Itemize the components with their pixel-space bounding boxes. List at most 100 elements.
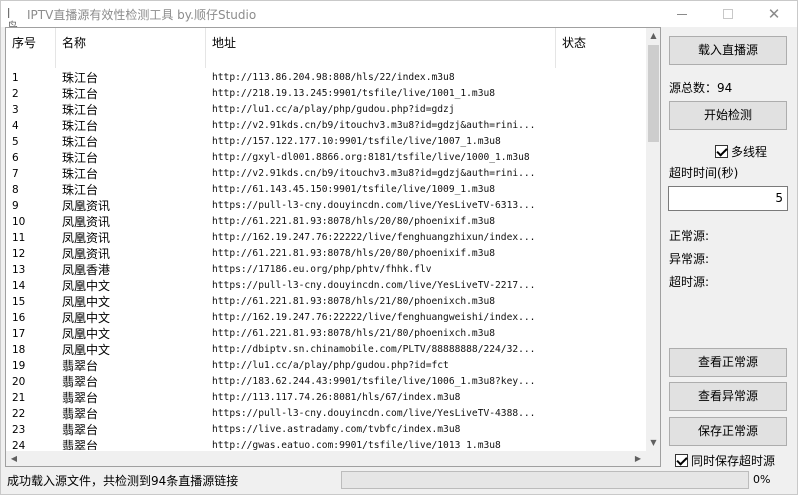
- table-row[interactable]: 19 翡翠台 http://lu1.cc/a/play/php/gudou.php?…: [6, 358, 646, 374]
- row-url: http://218.19.13.245:9901/tsfile/live/10…: [212, 88, 496, 99]
- table-row[interactable]: 23 翡翠台 https://live.astradamy.com/tvbfc/in…: [6, 422, 646, 438]
- row-name: 凤凰资讯: [62, 247, 111, 261]
- row-index: 20: [12, 376, 26, 388]
- row-url: https://pull-l3-cny.douyincdn.com/live/Y…: [212, 408, 536, 419]
- table-row[interactable]: 16 凤凰中文 http://162.19.247.76:22222/live/fe…: [6, 310, 646, 326]
- scroll-down-icon[interactable]: ▼: [646, 435, 660, 451]
- table-row[interactable]: 21 翡翠台 http://113.117.74.26:8081/hls/67/in…: [6, 390, 646, 406]
- table-row[interactable]: 8 珠江台 http://61.143.45.150:9901/tsfile/liv…: [6, 182, 646, 198]
- scroll-thumb[interactable]: [648, 45, 659, 142]
- row-name: 翡翠台: [62, 391, 99, 405]
- row-index: 24: [12, 440, 26, 450]
- save-timeout-label: 同时保存超时源: [691, 454, 776, 468]
- table-row[interactable]: 7 珠江台 http://v2.91kds.cn/b9/itouchv3.m3u8?…: [6, 166, 646, 182]
- status-message: 成功载入源文件，共检测到94条直播源链接: [7, 474, 239, 488]
- table-row[interactable]: 14 凤凰中文 https://pull-l3-cny.douyincdn.com/…: [6, 278, 646, 294]
- row-url: http://61.143.45.150:9901/tsfile/live/10…: [212, 184, 496, 195]
- column-header-status[interactable]: 状态: [556, 28, 646, 68]
- row-index: 5: [12, 136, 19, 148]
- row-url: http://113.117.74.26:8081/hls/67/index.m…: [212, 392, 461, 403]
- save-normal-button[interactable]: 保存正常源: [669, 417, 787, 446]
- table-row[interactable]: 22 翡翠台 https://pull-l3-cny.douyincdn.com/l…: [6, 406, 646, 422]
- view-abnormal-button[interactable]: 查看异常源: [669, 382, 787, 411]
- row-index: 19: [12, 360, 26, 372]
- table-row[interactable]: 10 凤凰资讯 http://61.221.81.93:8078/hls/20/80…: [6, 214, 646, 230]
- maximize-button[interactable]: [705, 1, 751, 27]
- row-name: 珠江台: [62, 183, 99, 197]
- row-name: 凤凰中文: [62, 311, 111, 325]
- scroll-right-icon[interactable]: ▶: [630, 451, 646, 466]
- row-index: 7: [12, 168, 19, 180]
- row-url: http://162.19.247.76:22222/live/fenghuan…: [212, 232, 536, 243]
- row-name: 凤凰中文: [62, 327, 111, 341]
- save-timeout-checkbox[interactable]: 同时保存超时源: [675, 452, 775, 469]
- table-row[interactable]: 18 凤凰中文 http://dbiptv.sn.chinamobile.com/P…: [6, 342, 646, 358]
- horizontal-scrollbar[interactable]: ◀ ▶: [6, 451, 646, 466]
- list-header: 序号 名称 地址 状态: [6, 28, 646, 68]
- row-name: 翡翠台: [62, 439, 99, 450]
- row-index: 4: [12, 120, 19, 132]
- start-check-button[interactable]: 开始检测: [669, 101, 787, 130]
- scroll-left-icon[interactable]: ◀: [6, 451, 22, 466]
- row-index: 21: [12, 392, 26, 404]
- row-name: 凤凰资讯: [62, 215, 111, 229]
- table-row[interactable]: 4 珠江台 http://v2.91kds.cn/b9/itouchv3.m3u8?…: [6, 118, 646, 134]
- row-name: 翡翠台: [62, 359, 99, 373]
- checkbox-checked-icon[interactable]: [675, 454, 688, 467]
- row-name: 凤凰中文: [62, 343, 111, 357]
- row-name: 凤凰中文: [62, 295, 111, 309]
- table-row[interactable]: 11 凤凰资讯 http://162.19.247.76:22222/live/fe…: [6, 230, 646, 246]
- row-name: 珠江台: [62, 87, 99, 101]
- row-index: 8: [12, 184, 19, 196]
- row-index: 9: [12, 200, 19, 212]
- row-index: 6: [12, 152, 19, 164]
- maximize-icon: [723, 9, 733, 19]
- row-index: 16: [12, 312, 26, 324]
- table-row[interactable]: 13 凤凰香港 https://17186.eu.org/php/phtv/fhhk…: [6, 262, 646, 278]
- table-row[interactable]: 12 凤凰资讯 http://61.221.81.93:8078/hls/20/80…: [6, 246, 646, 262]
- column-header-address[interactable]: 地址: [206, 28, 556, 68]
- row-index: 3: [12, 104, 19, 116]
- multithread-checkbox[interactable]: 多线程: [715, 143, 767, 160]
- table-row[interactable]: 24 翡翠台 http://gwas.eatuo.com:9901/tsfile/l…: [6, 438, 646, 450]
- row-url: http://61.221.81.93:8078/hls/20/80/phoen…: [212, 248, 496, 259]
- table-row[interactable]: 20 翡翠台 http://183.62.244.43:9901/tsfile/li…: [6, 374, 646, 390]
- column-header-index[interactable]: 序号: [6, 28, 56, 68]
- table-row[interactable]: 6 珠江台 http://gxyl-dl001.8866.org:8181/tsfi…: [6, 150, 646, 166]
- table-row[interactable]: 5 珠江台 http://157.122.177.10:9901/tsfile/li…: [6, 134, 646, 150]
- row-name: 翡翠台: [62, 375, 99, 389]
- scroll-up-icon[interactable]: ▲: [646, 28, 660, 44]
- row-name: 凤凰资讯: [62, 199, 111, 213]
- table-row[interactable]: 3 珠江台 http://lu1.cc/a/play/php/gudou.php?i…: [6, 102, 646, 118]
- close-button[interactable]: ✕: [751, 1, 797, 27]
- source-list[interactable]: 序号 名称 地址 状态 1 珠江台 http://113.86.204.98:808…: [5, 27, 661, 467]
- row-index: 14: [12, 280, 26, 292]
- table-row[interactable]: 9 凤凰资讯 https://pull-l3-cny.douyincdn.com/l…: [6, 198, 646, 214]
- row-index: 1: [12, 72, 19, 84]
- load-source-button[interactable]: 载入直播源: [669, 36, 787, 65]
- normal-count-label: 正常源:: [669, 229, 710, 243]
- checkbox-checked-icon[interactable]: [715, 145, 728, 158]
- row-url: http://gxyl-dl001.8866.org:8181/tsfile/l…: [212, 152, 530, 163]
- timeout-input[interactable]: 5: [668, 186, 788, 211]
- row-url: https://pull-l3-cny.douyincdn.com/live/Y…: [212, 200, 536, 211]
- title-bar: ǀ鸟 IPTV直播源有效性检测工具 by.顺仔Studio ✕: [1, 1, 797, 33]
- table-row[interactable]: 1 珠江台 http://113.86.204.98:808/hls/22/inde…: [6, 70, 646, 86]
- vertical-scrollbar[interactable]: ▲ ▼: [646, 28, 660, 451]
- row-name: 凤凰中文: [62, 279, 111, 293]
- row-url: http://lu1.cc/a/play/php/gudou.php?id=gd…: [212, 104, 455, 115]
- scrollbar-corner: [646, 451, 660, 466]
- minimize-button[interactable]: [659, 1, 705, 27]
- row-index: 15: [12, 296, 26, 308]
- table-row[interactable]: 2 珠江台 http://218.19.13.245:9901/tsfile/liv…: [6, 86, 646, 102]
- row-name: 珠江台: [62, 151, 99, 165]
- table-row[interactable]: 17 凤凰中文 http://61.221.81.93:8078/hls/21/80…: [6, 326, 646, 342]
- row-url: http://v2.91kds.cn/b9/itouchv3.m3u8?id=g…: [212, 168, 536, 179]
- row-url: http://183.62.244.43:9901/tsfile/live/10…: [212, 376, 536, 387]
- row-url: http://157.122.177.10:9901/tsfile/live/1…: [212, 136, 501, 147]
- table-row[interactable]: 15 凤凰中文 http://61.221.81.93:8078/hls/21/80…: [6, 294, 646, 310]
- row-index: 23: [12, 424, 26, 436]
- row-index: 18: [12, 344, 26, 356]
- view-normal-button[interactable]: 查看正常源: [669, 348, 787, 377]
- column-header-name[interactable]: 名称: [56, 28, 206, 68]
